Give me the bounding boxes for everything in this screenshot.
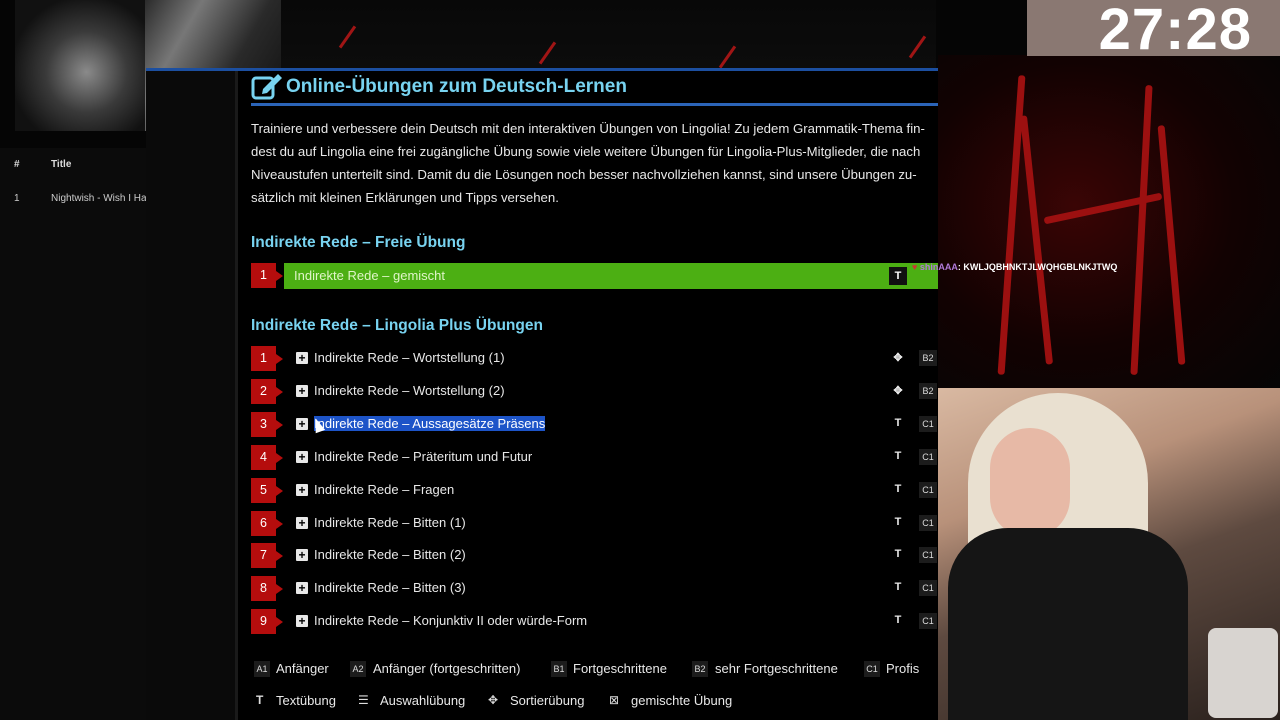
level-badge-a1: A1	[254, 661, 270, 677]
intro-line: dest du auf Lingolia eine frei zugänglic…	[251, 144, 921, 159]
expand-plus-icon[interactable]: +	[296, 418, 308, 430]
level-badge-a2: A2	[350, 661, 366, 677]
intro-line: sätzlich mit kleinen Erklärungen und Tip…	[251, 190, 559, 205]
intro-line: Niveaustufen unterteilt sind. Damit du d…	[251, 167, 917, 182]
text-exercise-icon: T	[256, 693, 264, 707]
exercise-number: 1	[251, 346, 283, 371]
level-label-b1: Fortgeschrittene	[573, 661, 667, 676]
text-exercise-icon: T	[894, 483, 902, 495]
exercise-link[interactable]: Indirekte Rede – Wortstellung (2)	[314, 383, 505, 398]
expand-plus-icon[interactable]: +	[296, 582, 308, 594]
level-badge: C1	[919, 613, 937, 629]
free-section-heading: Indirekte Rede – Freie Übung	[251, 234, 466, 251]
heart-icon: ♥	[912, 262, 918, 272]
exercise-link[interactable]: Indirekte Rede – Bitten (1)	[314, 515, 466, 530]
level-badge-b1: B1	[551, 661, 567, 677]
level-label-a2: Anfänger (fortgeschritten)	[373, 661, 521, 676]
page-title: Online-Übungen zum Deutsch-Lernen	[286, 76, 627, 97]
mixed-icon: ⊠	[609, 693, 620, 707]
level-badge: B2	[919, 350, 937, 366]
chat-message: ♥ shinAAA: KWLJQBHNKTJLWQHGBLNKJTWQ	[912, 262, 1117, 272]
level-label-a1: Anfänger	[276, 661, 329, 676]
expand-plus-icon[interactable]: +	[296, 517, 308, 529]
exercise-number: 5	[251, 478, 283, 503]
text-exercise-icon: T	[889, 267, 907, 285]
expand-plus-icon[interactable]: +	[296, 451, 308, 463]
level-badge: C1	[919, 515, 937, 531]
move-icon: ✥	[893, 385, 903, 397]
text-exercise-icon: T	[894, 417, 902, 429]
exercise-link[interactable]: Indirekte Rede – Aussagesätze Präsens	[314, 416, 546, 431]
level-badge: C1	[919, 482, 937, 498]
list-icon: ☰	[358, 693, 369, 707]
playlist-header-title: Title	[51, 159, 72, 170]
exercise-link[interactable]: Indirekte Rede – Präteritum und Futur	[314, 449, 532, 464]
level-label-b2: sehr Fortgeschrittene	[715, 661, 838, 676]
level-label-c1: Profis	[886, 661, 920, 676]
exercise-number: 9	[251, 609, 283, 634]
level-badge-c1: C1	[864, 661, 880, 677]
type-label-choice: Auswahlübung	[380, 693, 466, 708]
title-underline	[251, 103, 938, 106]
expand-plus-icon[interactable]: +	[296, 385, 308, 397]
exercise-link[interactable]: Indirekte Rede – Bitten (2)	[314, 547, 466, 562]
chat-text: : KWLJQBHNKTJLWQHGBLNKJTWQ	[957, 262, 1118, 272]
type-label-text: Textübung	[276, 693, 336, 708]
timer-overlay: 27:28	[1027, 0, 1280, 62]
exercise-number: 6	[251, 511, 283, 536]
exercise-link[interactable]: Indirekte Rede – Bitten (3)	[314, 580, 466, 595]
expand-plus-icon[interactable]: +	[296, 549, 308, 561]
exercise-link[interactable]: Indirekte Rede – Konjunktiv II oder würd…	[314, 613, 587, 628]
move-icon: ✥	[488, 693, 499, 707]
edit-icon	[251, 74, 282, 100]
text-exercise-icon: T	[894, 516, 902, 528]
level-badge-b2: B2	[692, 661, 708, 677]
expand-plus-icon[interactable]: +	[296, 484, 308, 496]
level-badge: C1	[919, 547, 937, 563]
playlist-row-num: 1	[14, 193, 20, 204]
playlist-panel: # Title 1 Nightwish - Wish I Ha	[0, 148, 146, 720]
website-left-margin	[146, 68, 235, 720]
website-top-border	[146, 68, 938, 71]
exercise-number: 3	[251, 412, 283, 437]
free-exercise-number: 1	[251, 263, 283, 288]
level-badge: C1	[919, 580, 937, 596]
exercise-link[interactable]: Indirekte Rede – Fragen	[314, 482, 454, 497]
timer-text: 27:28	[1098, 0, 1252, 62]
free-exercise-link[interactable]: Indirekte Rede – gemischt T	[284, 263, 938, 289]
exercise-link[interactable]: Indirekte Rede – Wortstellung (1)	[314, 350, 505, 365]
chat-username: shinAAA	[919, 262, 958, 272]
playlist-row-title: Nightwish - Wish I Ha	[51, 193, 146, 204]
expand-plus-icon[interactable]: +	[296, 352, 308, 364]
plus-section-heading: Indirekte Rede – Lingolia Plus Übungen	[251, 317, 543, 334]
intro-line: Trainiere und verbessere dein Deutsch mi…	[251, 121, 925, 136]
type-label-sort: Sortierübung	[510, 693, 585, 708]
exercise-number: 7	[251, 543, 283, 568]
background-art-right	[938, 55, 1280, 390]
expand-plus-icon[interactable]: +	[296, 615, 308, 627]
webcam-feed-streamer	[938, 388, 1280, 720]
exercise-number: 8	[251, 576, 283, 601]
text-exercise-icon: T	[894, 548, 902, 560]
level-badge: C1	[919, 449, 937, 465]
text-exercise-icon: T	[894, 581, 902, 593]
exercise-number: 2	[251, 379, 283, 404]
level-badge: B2	[919, 383, 937, 399]
move-icon: ✥	[893, 352, 903, 364]
intro-paragraph: Trainiere und verbessere dein Deutsch mi…	[251, 117, 941, 209]
playlist-header-num: #	[14, 159, 20, 170]
level-badge: C1	[919, 416, 937, 432]
exercise-number: 4	[251, 445, 283, 470]
website-divider	[235, 68, 238, 720]
type-label-mixed: gemischte Übung	[631, 693, 733, 708]
text-exercise-icon: T	[894, 614, 902, 626]
free-exercise-label: Indirekte Rede – gemischt	[294, 268, 446, 283]
text-exercise-icon: T	[894, 450, 902, 462]
